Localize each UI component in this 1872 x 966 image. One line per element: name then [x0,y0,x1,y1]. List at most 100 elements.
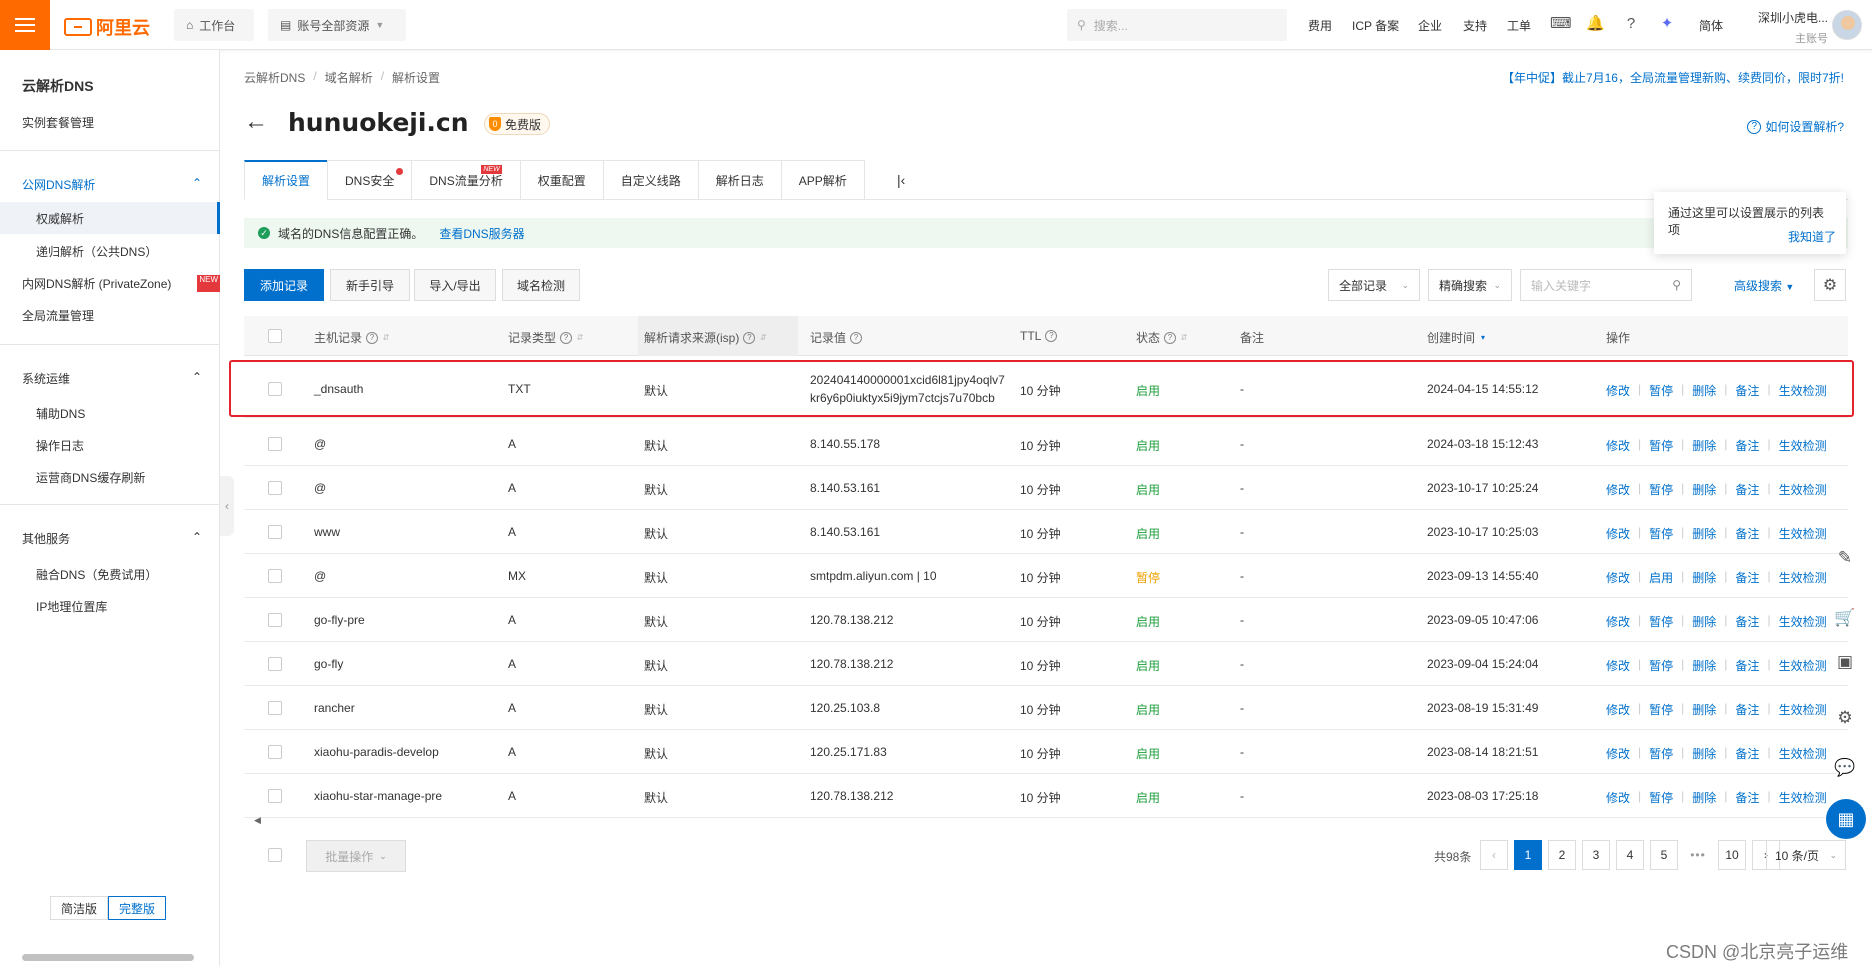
page-ellipsis[interactable]: ••• [1684,840,1712,870]
icp-link[interactable]: ICP 备案 [1352,17,1399,34]
delete-link[interactable]: 删除 [1692,745,1716,762]
breadcrumb-item[interactable]: 域名解析 [325,69,373,86]
remark-link[interactable]: 备注 [1735,701,1759,718]
keyword-search-input[interactable]: 输入关键字 ⚲ [1520,269,1692,301]
edit-link[interactable]: 修改 [1606,745,1630,762]
tab-dns-security[interactable]: DNS安全 [327,160,412,200]
table-row[interactable]: xiaohu-paradis-develop A 默认 120.25.171.83 10… [244,730,1848,774]
simple-mode-button[interactable]: 简洁版 [50,896,108,920]
document-icon[interactable]: ▣ [1830,647,1860,677]
help-icon[interactable]: ? [1622,15,1640,33]
select-all-checkbox[interactable] [268,329,282,343]
page-button[interactable]: 5 [1650,840,1678,870]
col-status[interactable]: 状态? ⇵ [1136,329,1188,346]
table-row[interactable]: @ A 默认 8.140.55.178 10 分钟 启用 - 2024-03-18 15:12… [244,422,1848,466]
terminal-icon[interactable]: ⌨ [1550,15,1572,33]
sidebar-section-public-dns[interactable]: 公网DNS解析 ⌃ [22,176,202,193]
remark-link[interactable]: 备注 [1735,613,1759,630]
domain-check-button[interactable]: 域名检测 [502,269,580,301]
toggle-status-link[interactable]: 暂停 [1649,437,1673,454]
delete-link[interactable]: 删除 [1692,789,1716,806]
cart-icon[interactable]: 🛒 [1830,603,1860,633]
remark-link[interactable]: 备注 [1735,525,1759,542]
record-filter-select[interactable]: 全部记录 ⌄ [1328,269,1420,301]
toggle-status-link[interactable]: 暂停 [1649,525,1673,542]
column-settings-gear-icon[interactable]: ⚙ [1814,269,1846,301]
check-effect-link[interactable]: 生效检测 [1779,701,1827,718]
search-mode-select[interactable]: 精确搜索 ⌄ [1428,269,1512,301]
tab-dns-traffic[interactable]: DNS流量分析 NEW [411,160,520,200]
sort-icon[interactable]: ⇵ [1180,333,1188,341]
ai-assistant-icon[interactable]: ✦ [1658,15,1676,33]
tab-custom-line[interactable]: 自定义线路 [602,160,698,200]
page-button[interactable]: 4 [1616,840,1644,870]
toggle-status-link[interactable]: 暂停 [1649,789,1673,806]
import-export-button[interactable]: 导入/导出 [414,269,496,301]
row-checkbox[interactable] [268,481,282,495]
tab-weight[interactable]: 权重配置 [519,160,603,200]
tab-resolve-settings[interactable]: 解析设置 [244,160,328,200]
sidebar-scrollbar[interactable] [22,954,194,961]
remark-link[interactable]: 备注 [1735,569,1759,586]
check-effect-link[interactable]: 生效检测 [1779,613,1827,630]
edit-link[interactable]: 修改 [1606,569,1630,586]
global-search-input[interactable]: ⚲ 搜索... [1067,9,1287,41]
avatar[interactable] [1832,10,1862,40]
check-effect-link[interactable]: 生效检测 [1779,657,1827,674]
delete-link[interactable]: 删除 [1692,701,1716,718]
promo-banner-link[interactable]: 【年中促】截止7月16，全局流量管理新购、续费同价，限时7折! [1502,69,1844,86]
col-created[interactable]: 创建时间 ▾ [1427,329,1487,346]
table-row[interactable]: go-fly-pre A 默认 120.78.138.212 10 分钟 启用 - 2023-… [244,598,1848,642]
scroll-left-icon[interactable]: ◀ [254,815,261,826]
fees-link[interactable]: 费用 [1308,17,1332,34]
table-horizontal-scrollbar[interactable]: ◀ [244,814,1848,828]
col-type[interactable]: 记录类型? ⇵ [508,329,584,346]
col-isp[interactable]: 解析请求来源(isp)? ⇵ [644,329,767,346]
guide-button[interactable]: 新手引导 [330,269,410,301]
delete-link[interactable]: 删除 [1692,613,1716,630]
check-effect-link[interactable]: 生效检测 [1779,789,1827,806]
brand-logo[interactable]: 阿里云 [64,14,150,40]
table-row[interactable]: go-fly A 默认 120.78.138.212 10 分钟 启用 - 2023-09-0… [244,642,1848,686]
sidebar-section-ops[interactable]: 系统运维 ⌃ [22,370,202,387]
back-arrow-icon[interactable]: ← [244,110,268,134]
row-checkbox[interactable] [268,657,282,671]
check-effect-link[interactable]: 生效检测 [1779,437,1827,454]
full-mode-button[interactable]: 完整版 [108,896,166,920]
toggle-status-link[interactable]: 暂停 [1649,701,1673,718]
support-link[interactable]: 支持 [1463,17,1487,34]
row-checkbox[interactable] [268,569,282,583]
edit-link[interactable]: 修改 [1606,525,1630,542]
bell-icon[interactable]: 🔔 [1586,15,1605,33]
enterprise-link[interactable]: 企业 [1418,17,1442,34]
chat-icon[interactable]: 💬 [1830,753,1860,783]
check-effect-link[interactable]: 生效检测 [1779,569,1827,586]
col-host[interactable]: 主机记录? ⇵ [314,329,390,346]
sidebar-item-op-log[interactable]: 操作日志 [36,437,84,454]
workbench-button[interactable]: ⌂ 工作台 [174,9,254,41]
tab-collapse-icon[interactable]: |‹ [897,172,905,188]
remark-link[interactable]: 备注 [1735,437,1759,454]
sidebar-section-other[interactable]: 其他服务 ⌃ [22,530,202,547]
toggle-status-link[interactable]: 暂停 [1649,745,1673,762]
delete-link[interactable]: 删除 [1692,569,1716,586]
edit-link[interactable]: 修改 [1606,657,1630,674]
sidebar-item-authoritative[interactable]: 权威解析 [36,210,84,227]
page-button[interactable]: 3 [1582,840,1610,870]
toggle-status-link[interactable]: 暂停 [1649,613,1673,630]
page-button[interactable]: 10 [1718,840,1746,870]
apps-grid-icon[interactable]: ▦ [1826,799,1866,839]
sort-icon[interactable]: ⇵ [759,333,767,341]
page-button[interactable]: 2 [1548,840,1576,870]
remark-link[interactable]: 备注 [1735,789,1759,806]
sidebar-item-privatezone[interactable]: 内网DNS解析 (PrivateZone) NEW [22,275,220,292]
edit-link[interactable]: 修改 [1606,701,1630,718]
remark-link[interactable]: 备注 [1735,745,1759,762]
row-checkbox[interactable] [268,701,282,715]
batch-operation-button[interactable]: 批量操作 ⌄ [306,840,406,872]
ticket-link[interactable]: 工单 [1507,17,1531,34]
account-menu[interactable]: 深圳小虎电... 主账号 [1744,9,1828,46]
add-record-button[interactable]: 添加记录 [244,269,324,301]
sidebar-item-isp-refresh[interactable]: 运营商DNS缓存刷新 [36,469,145,486]
sidebar-item-instance[interactable]: 实例套餐管理 [22,114,94,131]
